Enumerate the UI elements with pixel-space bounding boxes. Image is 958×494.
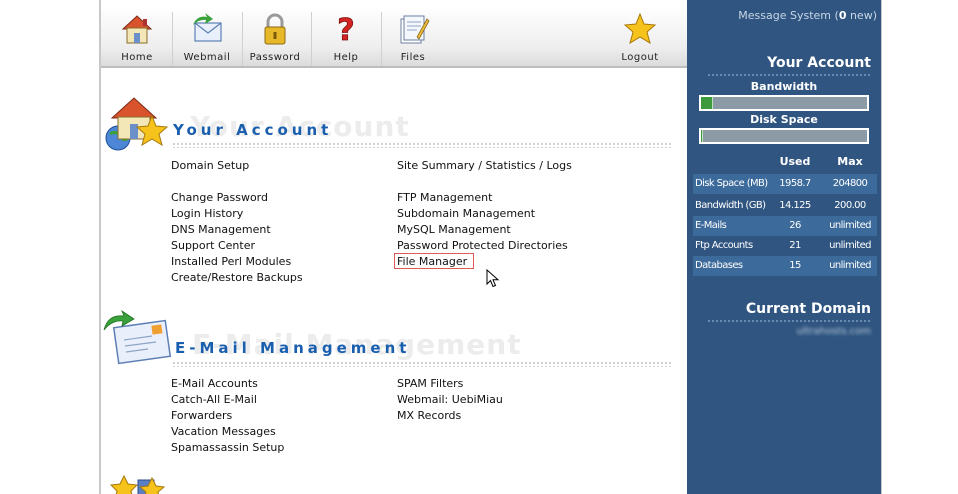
toolbar: Home Webmail Password ? Help Files Logou… xyxy=(101,6,687,68)
toolbar-logout-label: Logout xyxy=(621,52,659,63)
stats-used: 15 xyxy=(789,260,801,271)
disk-space-usage-fill xyxy=(701,130,703,142)
stats-row-databases: Databases 15 unlimited xyxy=(693,256,877,276)
link-change-password[interactable]: Change Password xyxy=(171,191,268,204)
stats-name: Databases xyxy=(695,260,743,271)
email-envelope-icon xyxy=(103,310,172,365)
webmail-icon xyxy=(193,13,222,42)
link-domain-setup[interactable]: Domain Setup xyxy=(171,159,249,172)
email-section-dotted-rule xyxy=(172,361,672,367)
link-support-center[interactable]: Support Center xyxy=(171,239,255,252)
link-create-restore-backups[interactable]: Create/Restore Backups xyxy=(171,271,303,284)
stats-max: 204800 xyxy=(832,178,868,189)
help-icon: ? xyxy=(337,13,355,47)
stats-header-max: Max xyxy=(837,155,863,168)
house-globe-icon xyxy=(105,97,169,151)
account-sidebar: Message System (0 new) Your Account Band… xyxy=(687,0,881,494)
stats-max: unlimited xyxy=(829,220,871,231)
account-section-title: Your Account xyxy=(173,121,333,139)
message-system-prefix: Message System ( xyxy=(738,9,839,22)
link-webmail-uebimiau[interactable]: Webmail: UebiMiau xyxy=(397,393,503,406)
toolbar-files-button[interactable]: Files xyxy=(378,6,448,68)
stats-row-emails: E-Mails 26 unlimited xyxy=(693,216,877,236)
stats-max: unlimited xyxy=(829,240,871,251)
svg-text:?: ? xyxy=(337,13,354,47)
stats-max: 200.00 xyxy=(834,200,866,211)
mouse-cursor-icon xyxy=(486,269,500,288)
sidebar-your-account-heading: Your Account xyxy=(767,55,871,71)
toolbar-password-label: Password xyxy=(249,52,301,63)
link-installed-perl-modules[interactable]: Installed Perl Modules xyxy=(171,255,291,268)
files-icon xyxy=(400,15,430,44)
link-subdomain-management[interactable]: Subdomain Management xyxy=(397,207,535,220)
link-login-history[interactable]: Login History xyxy=(171,207,243,220)
stats-used: 14.125 xyxy=(779,200,811,211)
toolbar-webmail-button[interactable]: Webmail xyxy=(172,6,242,68)
disk-space-usage-bar xyxy=(699,128,869,144)
stats-header-used: Used xyxy=(779,155,811,168)
message-system-link[interactable]: Message System (0 new) xyxy=(687,9,877,22)
star-icon xyxy=(623,12,657,45)
stats-name: Ftp Accounts xyxy=(695,240,753,251)
bandwidth-usage-fill xyxy=(701,97,713,109)
link-catch-all-email[interactable]: Catch-All E-Mail xyxy=(171,393,257,406)
toolbar-help-button[interactable]: ? Help xyxy=(311,6,381,68)
bandwidth-label: Bandwidth xyxy=(750,80,818,93)
link-vacation-messages[interactable]: Vacation Messages xyxy=(171,425,276,438)
email-section-title: E-Mail Management xyxy=(175,339,411,357)
link-ftp-management[interactable]: FTP Management xyxy=(397,191,492,204)
link-spam-filters[interactable]: SPAM Filters xyxy=(397,377,463,390)
link-dns-management[interactable]: DNS Management xyxy=(171,223,271,236)
sidebar-dotted-rule xyxy=(707,319,871,323)
frame-right-border xyxy=(881,0,882,494)
stats-row-bandwidth: Bandwidth (GB) 14.125 200.00 xyxy=(693,196,877,216)
link-forwarders[interactable]: Forwarders xyxy=(171,409,232,422)
link-password-protected-directories[interactable]: Password Protected Directories xyxy=(397,239,568,252)
stats-name: E-Mails xyxy=(695,220,727,231)
stats-max: unlimited xyxy=(829,260,871,271)
stats-name: Disk Space (MB) xyxy=(695,178,768,189)
sidebar-current-domain-heading: Current Domain xyxy=(745,301,871,317)
stats-used: 21 xyxy=(789,240,801,251)
link-mysql-management[interactable]: MySQL Management xyxy=(397,223,511,236)
stats-used: 26 xyxy=(789,220,801,231)
toolbar-help-label: Help xyxy=(333,52,359,63)
stats-row-disk-space: Disk Space (MB) 1958.7 204800 xyxy=(693,174,877,194)
link-email-accounts[interactable]: E-Mail Accounts xyxy=(171,377,258,390)
account-section-dotted-rule xyxy=(172,142,672,148)
link-site-summary[interactable]: Site Summary / Statistics / Logs xyxy=(397,159,572,172)
sidebar-dotted-rule xyxy=(707,73,871,77)
link-spamassassin-setup[interactable]: Spamassassin Setup xyxy=(171,441,284,454)
file-manager-highlight-box xyxy=(394,253,474,269)
current-domain-value: ultrahosts.com xyxy=(796,326,871,337)
advanced-features-icon xyxy=(109,474,166,494)
disk-space-label: Disk Space xyxy=(750,113,818,126)
padlock-icon xyxy=(264,13,286,45)
stats-row-ftp-accounts: Ftp Accounts 21 unlimited xyxy=(693,236,877,256)
toolbar-home-button[interactable]: Home xyxy=(102,6,172,68)
toolbar-logout-button[interactable]: Logout xyxy=(605,6,675,68)
bandwidth-usage-bar xyxy=(699,95,869,111)
stats-used: 1958.7 xyxy=(779,178,811,189)
home-icon xyxy=(121,15,153,44)
toolbar-password-button[interactable]: Password xyxy=(240,6,310,68)
control-panel-page: Home Webmail Password ? Help Files Logou… xyxy=(0,0,958,494)
toolbar-files-label: Files xyxy=(400,52,426,63)
toolbar-home-label: Home xyxy=(121,52,153,63)
stats-name: Bandwidth (GB) xyxy=(695,200,766,211)
frame-left-border xyxy=(99,0,101,494)
toolbar-webmail-label: Webmail xyxy=(183,52,231,63)
message-system-suffix: new) xyxy=(846,9,877,22)
link-mx-records[interactable]: MX Records xyxy=(397,409,461,422)
